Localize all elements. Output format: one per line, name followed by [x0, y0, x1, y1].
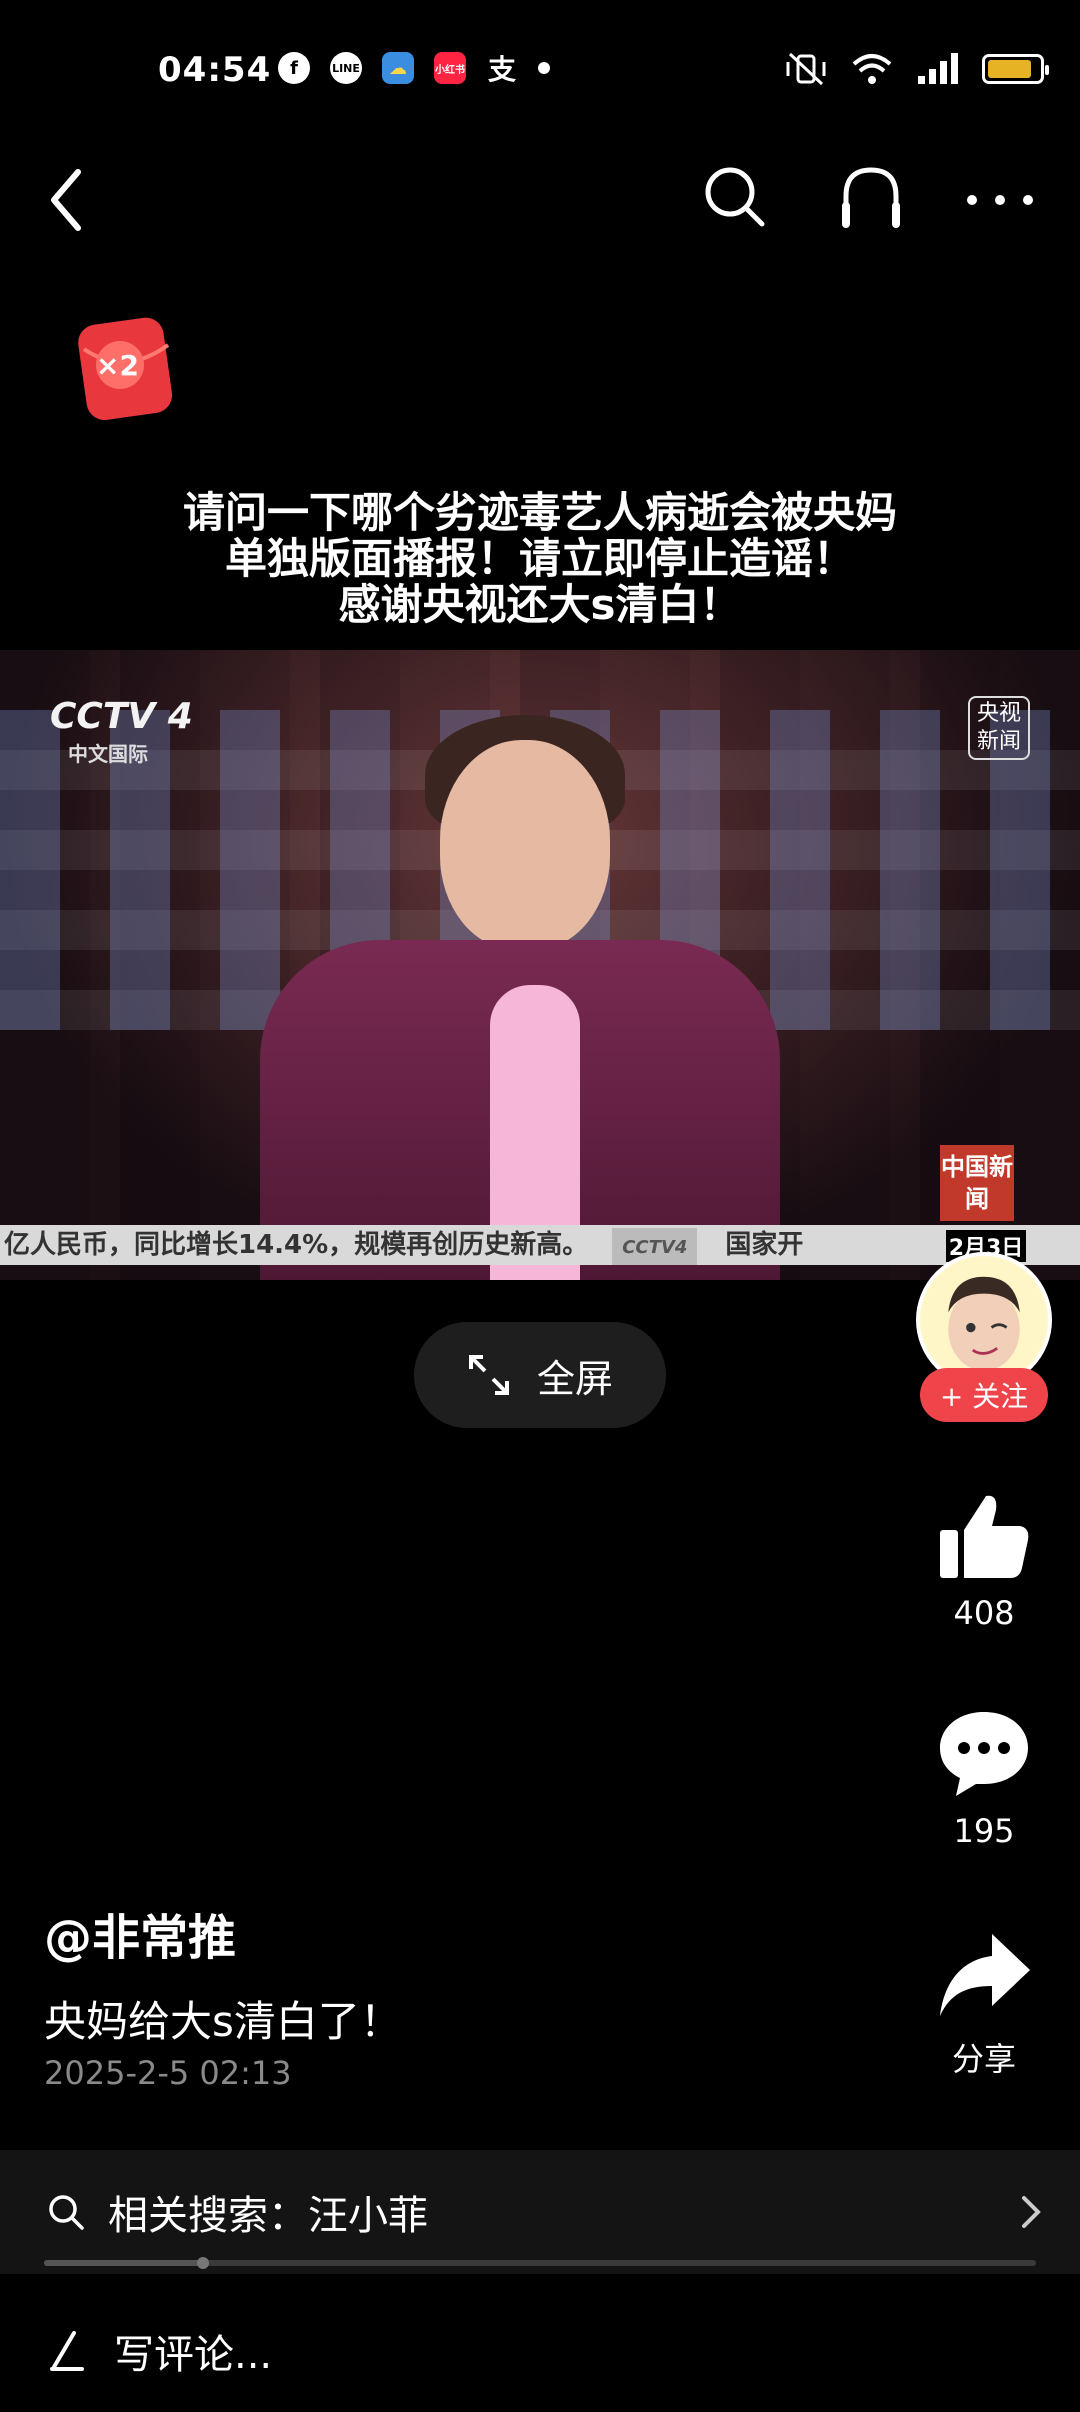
search-icon: [49, 2195, 84, 2230]
comment-count: 195: [953, 1812, 1015, 1850]
chevron-right-icon: [1022, 2196, 1041, 2228]
thumbs-up-icon: [940, 1495, 1029, 1578]
ticker-tag: CCTV4: [612, 1228, 698, 1265]
status-app-icons: f LINE ☁ 小红书 支: [278, 52, 550, 86]
china-news-logo: 中国新闻: [940, 1145, 1014, 1221]
wifi-icon: [852, 54, 892, 84]
progress-fill: [44, 2260, 203, 2266]
author-name[interactable]: @非常推: [44, 1898, 236, 1968]
vibrate-mute-icon: [786, 52, 826, 86]
comment-button[interactable]: 195: [916, 1706, 1052, 1850]
comment-input[interactable]: 写评论...: [0, 2290, 1080, 2412]
ticker-tail: 国家开: [725, 1230, 804, 1260]
ticker-text: 亿人民币，同比增长14.4%，规模再创历史新高。: [4, 1230, 589, 1260]
status-system-icons: [784, 52, 1049, 86]
back-button[interactable]: [40, 160, 100, 240]
share-arrow-icon: [940, 1934, 1030, 2016]
video-player[interactable]: CCTV 4 中文国际 央视新闻 中国新闻 亿人民币，同比增长14.4%，规模再…: [0, 650, 1080, 1280]
notification-dot-icon: [538, 62, 550, 74]
cctv-logo: CCTV 4: [50, 696, 193, 737]
search-button[interactable]: [700, 162, 770, 232]
facebook-icon: f: [278, 52, 310, 84]
progress-knob[interactable]: [196, 2257, 209, 2269]
post-description: 央妈给大s清白了！: [44, 1997, 402, 2046]
alipay-icon: 支: [487, 53, 516, 86]
follow-button[interactable]: + 关注: [920, 1368, 1048, 1422]
like-count: 408: [953, 1594, 1015, 1632]
cctv-subtitle: 中文国际: [68, 742, 148, 766]
related-search-bar[interactable]: 相关搜索：汪小菲: [0, 2150, 1080, 2274]
anchor-face: [440, 740, 610, 950]
fullscreen-button[interactable]: 全屏: [414, 1322, 666, 1428]
like-button[interactable]: 408: [916, 1488, 1052, 1632]
red-packet-reward-button[interactable]: ×2: [74, 315, 174, 421]
expand-icon: [468, 1355, 509, 1395]
red-packet-multiplier: ×2: [96, 349, 139, 382]
listen-headphone-button[interactable]: [836, 162, 906, 232]
video-caption: 请问一下哪个劣迹毒艺人病逝会被央妈 单独版面播报！请立即停止造谣！ 感谢央视还大…: [0, 490, 1080, 628]
line-icon: LINE: [330, 52, 362, 84]
share-label: 分享: [951, 2040, 1016, 2078]
status-time: 04:54: [158, 50, 272, 90]
cctv-news-badge: 央视新闻: [968, 696, 1030, 760]
fullscreen-label: 全屏: [536, 1356, 613, 1401]
related-search-label: 相关搜索：汪小菲: [108, 2193, 428, 2239]
comment-bubble-icon: [940, 1712, 1028, 1796]
avatar-image: [920, 1256, 1048, 1384]
news-ticker: 亿人民币，同比增长14.4%，规模再创历史新高。 CCTV4 国家开: [0, 1225, 1080, 1265]
more-button[interactable]: [960, 170, 1040, 230]
signal-icon: [918, 53, 958, 84]
post-timestamp: 2025-2-5 02:13: [44, 2054, 292, 2092]
share-button[interactable]: 分享: [916, 1928, 1052, 2080]
caption-line: 单独版面播报！请立即停止造谣！: [224, 534, 855, 583]
caption-line: 感谢央视还大s清白！: [338, 580, 742, 629]
caption-line: 请问一下哪个劣迹毒艺人病逝会被央妈: [182, 488, 897, 537]
xiaohongshu-icon: 小红书: [434, 52, 466, 84]
battery-icon: [982, 54, 1049, 84]
weather-icon: ☁: [382, 52, 414, 84]
comment-placeholder: 写评论...: [114, 2332, 273, 2378]
pencil-icon: [50, 2331, 84, 2371]
video-progress-bar[interactable]: [44, 2257, 1036, 2269]
